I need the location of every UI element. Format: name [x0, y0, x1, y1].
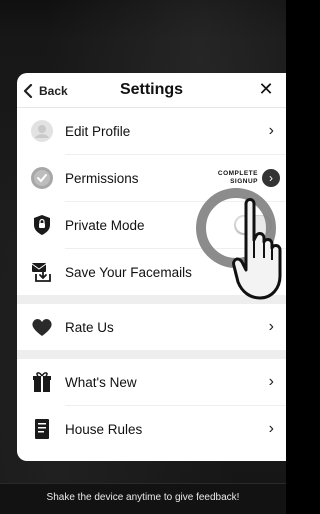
save-facemails-label: Save Your Facemails: [65, 264, 192, 280]
complete-signup-button[interactable]: COMPLETE SIGNUP ›: [218, 169, 280, 187]
rate-us-row[interactable]: Rate Us ›: [17, 304, 286, 350]
permissions-label: Permissions: [65, 170, 139, 186]
shield-icon: [29, 212, 55, 238]
whats-new-row[interactable]: What's New ›: [17, 359, 286, 405]
feedback-bar: Shake the device anytime to give feedbac…: [0, 483, 286, 514]
chevron-right-icon: ›: [268, 122, 274, 139]
modal-header: Back Settings ✕: [17, 73, 286, 108]
whats-new-label: What's New: [65, 374, 137, 390]
rate-us-label: Rate Us: [65, 319, 114, 335]
document-icon: [29, 416, 55, 442]
section-divider: [17, 350, 286, 359]
chevron-right-icon: ›: [268, 373, 274, 390]
edit-profile-label: Edit Profile: [65, 123, 131, 139]
app-screen: Back Settings ✕ Edit Profile › Permissio…: [0, 0, 286, 514]
pointing-hand-icon: [232, 198, 282, 300]
checkmark-badge-icon: [29, 165, 55, 191]
chevron-circle-icon: ›: [262, 169, 280, 187]
close-button[interactable]: ✕: [256, 79, 276, 99]
edit-profile-row[interactable]: Edit Profile ›: [17, 108, 286, 154]
page-title: Settings: [119, 81, 184, 98]
house-rules-label: House Rules: [65, 421, 143, 437]
house-rules-row[interactable]: House Rules ›: [17, 406, 286, 452]
download-mail-icon: [29, 259, 55, 285]
chevron-right-icon: ›: [268, 420, 274, 437]
chevron-right-icon: ›: [268, 318, 274, 335]
private-mode-label: Private Mode: [65, 217, 145, 233]
avatar-placeholder-icon: [29, 118, 55, 144]
complete-signup-text: COMPLETE SIGNUP: [217, 170, 258, 185]
gift-icon: [29, 369, 55, 395]
feedback-text: Shake the device anytime to give feedbac…: [46, 492, 240, 503]
heart-icon: [29, 314, 55, 340]
close-icon: ✕: [258, 78, 274, 99]
